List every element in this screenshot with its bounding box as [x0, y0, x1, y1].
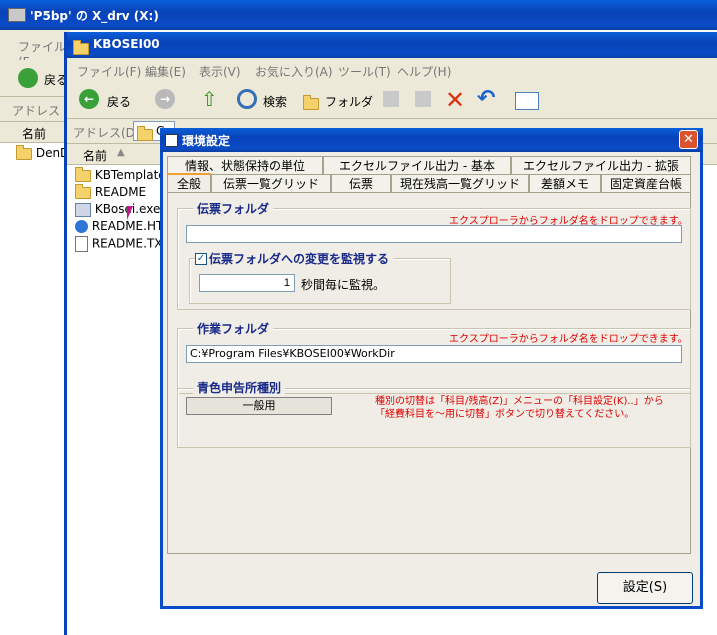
toolbar: ← 戻る → ⇧ 検索 フォルダ ✕ ↶ — [67, 82, 717, 119]
dialog-titlebar[interactable]: 環境設定 ✕ — [160, 128, 703, 152]
menu-bar: ファイル(F) 編集(E) 表示(V) お気に入り(A) ツール(T) ヘルプ(… — [67, 58, 717, 82]
exe-icon — [75, 202, 91, 217]
search-label[interactable]: 検索 — [263, 93, 287, 110]
tab-balance-grid[interactable]: 現在残高一覧グリッド — [391, 174, 529, 192]
list-item[interactable]: README.TXT — [75, 236, 170, 252]
address-bar: アドレス — [0, 97, 70, 122]
tab-voucher-grid[interactable]: 伝票一覧グリッド — [211, 174, 331, 192]
tab-label: 差額メモ — [540, 177, 589, 191]
column-header[interactable]: 名前 — [0, 122, 70, 143]
folder-icon — [75, 166, 91, 182]
menu-favorites[interactable]: お気に入り(A) — [255, 63, 333, 80]
folder-icon — [73, 39, 89, 55]
watch-label: 伝票フォルダへの変更を監視する — [209, 250, 394, 267]
menu-tools[interactable]: ツール(T) — [338, 63, 391, 80]
list-item-label: KBTemplate — [94, 168, 166, 182]
list-item[interactable]: README.HTM — [75, 219, 174, 233]
interval-input[interactable] — [199, 274, 295, 292]
move-to-icon[interactable] — [383, 91, 399, 107]
window-title: 'P5bp' の X_drv (X:) — [30, 9, 159, 23]
list-item-label: README — [94, 185, 147, 199]
sort-ascending-icon: ▲ — [117, 147, 125, 158]
tab-label: 情報、状態保持の単位 — [184, 159, 305, 173]
tab-label: エクセルファイル出力 - 基本 — [339, 159, 495, 173]
mouse-cursor-icon — [127, 206, 133, 220]
settings-dialog: 環境設定 ✕ 情報、状態保持の単位 エクセルファイル出力 - 基本 エクセルファ… — [160, 128, 703, 609]
menu-view[interactable]: 表示(V) — [199, 63, 241, 80]
list-item[interactable]: KBTemplate — [75, 166, 166, 182]
views-icon[interactable] — [515, 92, 539, 110]
folder-icon — [137, 125, 153, 141]
blue-return-type-value: 一般用 — [242, 399, 276, 412]
delete-icon[interactable]: ✕ — [445, 86, 465, 114]
window-title: KBOSEI00 — [93, 37, 160, 51]
work-folder-hint: エクスプローラからフォルダ名をドロップできます。 — [449, 334, 688, 345]
folder-icon — [16, 144, 32, 160]
tab-diff-memo[interactable]: 差額メモ — [529, 174, 601, 192]
undo-icon[interactable]: ↶ — [477, 86, 495, 111]
list-item-label: README.TXT — [91, 236, 170, 251]
tab-label: 全般 — [176, 177, 201, 191]
tab-voucher[interactable]: 伝票 — [331, 174, 391, 192]
column-name: 名前 — [22, 127, 47, 141]
list-item[interactable]: KBosei.exe — [75, 202, 160, 217]
blue-return-note-2: 「経費科目を〜用に切替」ボタンで切り替えてください。 — [375, 409, 635, 420]
back-label[interactable]: 戻る — [107, 93, 131, 110]
toolbar: 戻る — [0, 60, 70, 97]
tab-excel-basic[interactable]: エクセルファイル出力 - 基本 — [323, 156, 511, 174]
dialog-body: 情報、状態保持の単位 エクセルファイル出力 - 基本 エクセルファイル出力 - … — [163, 152, 700, 606]
settings-icon — [165, 134, 178, 147]
tab-label: 固定資産台帳 — [609, 177, 682, 191]
tab-fixed-assets[interactable]: 固定資産台帳 — [601, 174, 691, 192]
window-titlebar[interactable]: KBOSEI00 — [67, 32, 717, 58]
menu-edit[interactable]: 編集(E) — [145, 63, 186, 80]
back-arrow-icon[interactable]: ← — [79, 89, 99, 109]
copy-to-icon[interactable] — [415, 91, 431, 107]
folders-icon[interactable] — [303, 94, 319, 110]
tab-excel-extended[interactable]: エクセルファイル出力 - 拡張 — [511, 156, 691, 174]
work-folder-value: C:¥Program Files¥KBOSEI00¥WorkDir — [190, 347, 395, 360]
menu-help[interactable]: ヘルプ(H) — [397, 63, 451, 80]
blue-return-label: 青色申告所種別 — [193, 379, 286, 396]
address-label: アドレス — [12, 104, 61, 118]
back-arrow-icon[interactable] — [18, 68, 38, 88]
tab-info-state[interactable]: 情報、状態保持の単位 — [167, 156, 323, 174]
folder-icon — [75, 183, 91, 199]
column-name: 名前 — [83, 149, 108, 163]
dialog-title: 環境設定 — [182, 134, 231, 148]
watch-checkbox[interactable]: ✓ — [195, 253, 207, 265]
work-folder-input[interactable]: C:¥Program Files¥KBOSEI00¥WorkDir — [186, 345, 682, 363]
address-label: アドレス(D) — [73, 126, 140, 140]
text-file-icon — [75, 236, 88, 252]
voucher-folder-label: 伝票フォルダ — [193, 200, 274, 217]
tab-label: 現在残高一覧グリッド — [399, 177, 520, 191]
tab-general[interactable]: 全般 — [167, 173, 211, 193]
work-folder-label: 作業フォルダ — [193, 320, 274, 337]
tab-label: エクセルファイル出力 - 拡張 — [523, 159, 679, 173]
tab-label: 伝票一覧グリッド — [222, 177, 319, 191]
menu-file[interactable]: ファイル(F) — [77, 63, 141, 80]
close-button[interactable]: ✕ — [679, 130, 698, 149]
window-titlebar[interactable]: 'P5bp' の X_drv (X:) — [0, 0, 717, 30]
up-folder-icon[interactable]: ⇧ — [201, 88, 221, 110]
search-icon[interactable] — [237, 89, 257, 109]
ie-icon — [75, 220, 88, 233]
ok-button-label: 設定(S) — [622, 580, 668, 595]
interval-suffix: 秒間毎に監視。 — [301, 278, 386, 292]
menu-bar: ファイル(F — [0, 30, 70, 69]
forward-arrow-icon[interactable]: → — [155, 89, 175, 109]
list-item[interactable]: README — [75, 183, 147, 199]
voucher-folder-input[interactable] — [186, 225, 682, 243]
ok-button[interactable]: 設定(S) — [597, 572, 693, 604]
tab-label: 伝票 — [348, 177, 373, 191]
network-drive-icon — [8, 8, 26, 22]
folders-label[interactable]: フォルダ — [325, 93, 373, 110]
blue-return-type-field: 一般用 — [186, 397, 332, 415]
